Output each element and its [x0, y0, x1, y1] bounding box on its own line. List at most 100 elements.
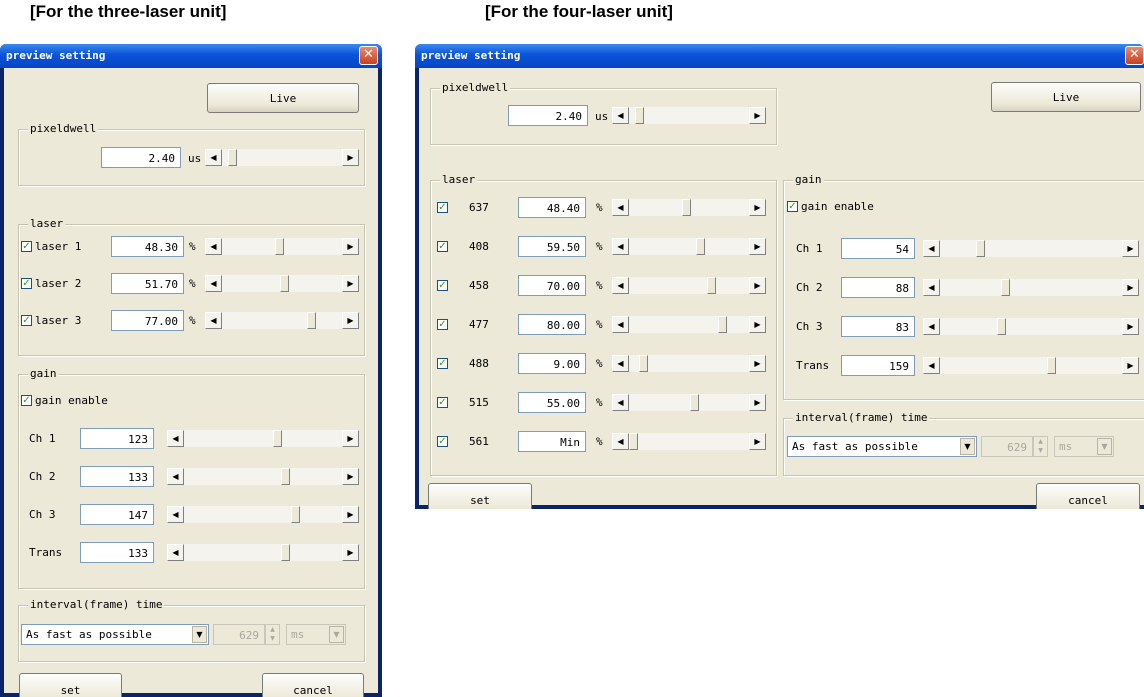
- scroll-left-arrow-icon[interactable]: ◀: [167, 544, 184, 561]
- scroll-right-arrow-icon[interactable]: ▶: [342, 468, 359, 485]
- scroll-left-arrow-icon[interactable]: ◀: [167, 430, 184, 447]
- scroll-right-arrow-icon[interactable]: ▶: [749, 277, 766, 294]
- slider-thumb[interactable]: [280, 468, 290, 485]
- value-slider[interactable]: ◀ ▶: [612, 355, 766, 372]
- scroll-left-arrow-icon[interactable]: ◀: [612, 355, 629, 372]
- slider-thumb[interactable]: [227, 149, 237, 166]
- value-slider[interactable]: ◀ ▶: [612, 199, 766, 216]
- value-slider[interactable]: ◀ ▶: [612, 316, 766, 333]
- laser-checkbox[interactable]: ✓: [437, 202, 448, 213]
- scroll-left-arrow-icon[interactable]: ◀: [205, 238, 222, 255]
- pixeldwell-field[interactable]: 2.40: [508, 105, 588, 126]
- scroll-right-arrow-icon[interactable]: ▶: [749, 238, 766, 255]
- value-slider[interactable]: ◀ ▶: [612, 433, 766, 450]
- value-slider[interactable]: ◀ ▶: [612, 238, 766, 255]
- gain-value-field[interactable]: 123: [80, 428, 154, 449]
- interval-spinner[interactable]: ▲ ▼: [265, 624, 280, 645]
- pixeldwell-slider[interactable]: ◀ ▶: [205, 149, 359, 166]
- live-button[interactable]: Live: [991, 82, 1141, 112]
- gain-enable-checkbox[interactable]: ✓: [21, 395, 32, 406]
- laser-checkbox[interactable]: ✓: [437, 436, 448, 447]
- scroll-left-arrow-icon[interactable]: ◀: [612, 433, 629, 450]
- scroll-right-arrow-icon[interactable]: ▶: [342, 275, 359, 292]
- laser-power-field[interactable]: 55.00: [518, 392, 586, 413]
- scroll-left-arrow-icon[interactable]: ◀: [612, 199, 629, 216]
- slider-thumb[interactable]: [280, 544, 290, 561]
- scroll-right-arrow-icon[interactable]: ▶: [749, 394, 766, 411]
- slider-thumb[interactable]: [273, 430, 283, 447]
- gain-value-field[interactable]: 133: [80, 542, 154, 563]
- slider-thumb[interactable]: [275, 238, 285, 255]
- interval-number-field[interactable]: 629: [981, 436, 1033, 457]
- set-button[interactable]: set: [428, 483, 532, 509]
- scroll-left-arrow-icon[interactable]: ◀: [923, 240, 940, 257]
- value-slider[interactable]: ◀ ▶: [923, 357, 1139, 374]
- laser-power-field[interactable]: 48.40: [518, 197, 586, 218]
- laser-power-field[interactable]: Min: [518, 431, 586, 452]
- laser-checkbox[interactable]: ✓: [437, 280, 448, 291]
- laser-power-field[interactable]: 77.00: [111, 310, 184, 331]
- laser-checkbox[interactable]: ✓: [437, 319, 448, 330]
- pixeldwell-slider[interactable]: ◀ ▶: [612, 107, 766, 124]
- value-slider[interactable]: ◀ ▶: [612, 277, 766, 294]
- laser-power-field[interactable]: 70.00: [518, 275, 586, 296]
- slider-thumb[interactable]: [695, 238, 705, 255]
- gain-value-field[interactable]: 133: [80, 466, 154, 487]
- scroll-right-arrow-icon[interactable]: ▶: [342, 544, 359, 561]
- laser-power-field[interactable]: 59.50: [518, 236, 586, 257]
- value-slider[interactable]: ◀ ▶: [167, 544, 359, 561]
- laser-checkbox[interactable]: ✓: [21, 241, 32, 252]
- slider-thumb[interactable]: [291, 506, 301, 523]
- interval-mode-select[interactable]: As fast as possible ▼: [787, 436, 977, 457]
- scroll-left-arrow-icon[interactable]: ◀: [205, 312, 222, 329]
- interval-unit-select[interactable]: ms ▼: [1054, 436, 1114, 457]
- value-slider[interactable]: ◀ ▶: [923, 279, 1139, 296]
- interval-unit-select[interactable]: ms ▼: [286, 624, 346, 645]
- scroll-left-arrow-icon[interactable]: ◀: [612, 107, 629, 124]
- chevron-down-icon[interactable]: ▼: [960, 438, 975, 455]
- chevron-down-icon[interactable]: ▼: [192, 626, 207, 643]
- scroll-right-arrow-icon[interactable]: ▶: [749, 199, 766, 216]
- scroll-right-arrow-icon[interactable]: ▶: [749, 355, 766, 372]
- scroll-left-arrow-icon[interactable]: ◀: [923, 279, 940, 296]
- chevron-down-icon[interactable]: ▼: [1097, 438, 1112, 455]
- scroll-right-arrow-icon[interactable]: ▶: [749, 316, 766, 333]
- scroll-right-arrow-icon[interactable]: ▶: [342, 149, 359, 166]
- scroll-right-arrow-icon[interactable]: ▶: [342, 506, 359, 523]
- value-slider[interactable]: ◀ ▶: [167, 506, 359, 523]
- value-slider[interactable]: ◀ ▶: [167, 430, 359, 447]
- laser-checkbox[interactable]: ✓: [437, 397, 448, 408]
- slider-thumb[interactable]: [682, 199, 692, 216]
- laser-power-field[interactable]: 80.00: [518, 314, 586, 335]
- scroll-left-arrow-icon[interactable]: ◀: [923, 357, 940, 374]
- interval-number-field[interactable]: 629: [213, 624, 265, 645]
- scroll-left-arrow-icon[interactable]: ◀: [612, 394, 629, 411]
- slider-thumb[interactable]: [634, 107, 644, 124]
- slider-thumb[interactable]: [1000, 279, 1010, 296]
- scroll-right-arrow-icon[interactable]: ▶: [342, 312, 359, 329]
- scroll-left-arrow-icon[interactable]: ◀: [205, 149, 222, 166]
- slider-thumb[interactable]: [629, 433, 638, 450]
- value-slider[interactable]: ◀ ▶: [612, 394, 766, 411]
- scroll-left-arrow-icon[interactable]: ◀: [167, 468, 184, 485]
- scroll-left-arrow-icon[interactable]: ◀: [612, 316, 629, 333]
- interval-spinner[interactable]: ▲ ▼: [1033, 436, 1048, 457]
- scroll-right-arrow-icon[interactable]: ▶: [1122, 279, 1139, 296]
- gain-value-field[interactable]: 88: [841, 277, 915, 298]
- gain-value-field[interactable]: 83: [841, 316, 915, 337]
- scroll-right-arrow-icon[interactable]: ▶: [342, 430, 359, 447]
- value-slider[interactable]: ◀ ▶: [205, 312, 359, 329]
- close-icon[interactable]: ✕: [359, 46, 378, 65]
- scroll-right-arrow-icon[interactable]: ▶: [749, 433, 766, 450]
- scroll-left-arrow-icon[interactable]: ◀: [923, 318, 940, 335]
- value-slider[interactable]: ◀ ▶: [167, 468, 359, 485]
- scroll-right-arrow-icon[interactable]: ▶: [1122, 318, 1139, 335]
- value-slider[interactable]: ◀ ▶: [923, 318, 1139, 335]
- gain-value-field[interactable]: 159: [841, 355, 915, 376]
- interval-mode-select[interactable]: As fast as possible ▼: [21, 624, 209, 645]
- pixeldwell-field[interactable]: 2.40: [101, 147, 181, 168]
- slider-thumb[interactable]: [997, 318, 1007, 335]
- scroll-right-arrow-icon[interactable]: ▶: [749, 107, 766, 124]
- cancel-button[interactable]: cancel: [262, 673, 364, 697]
- slider-thumb[interactable]: [690, 394, 700, 411]
